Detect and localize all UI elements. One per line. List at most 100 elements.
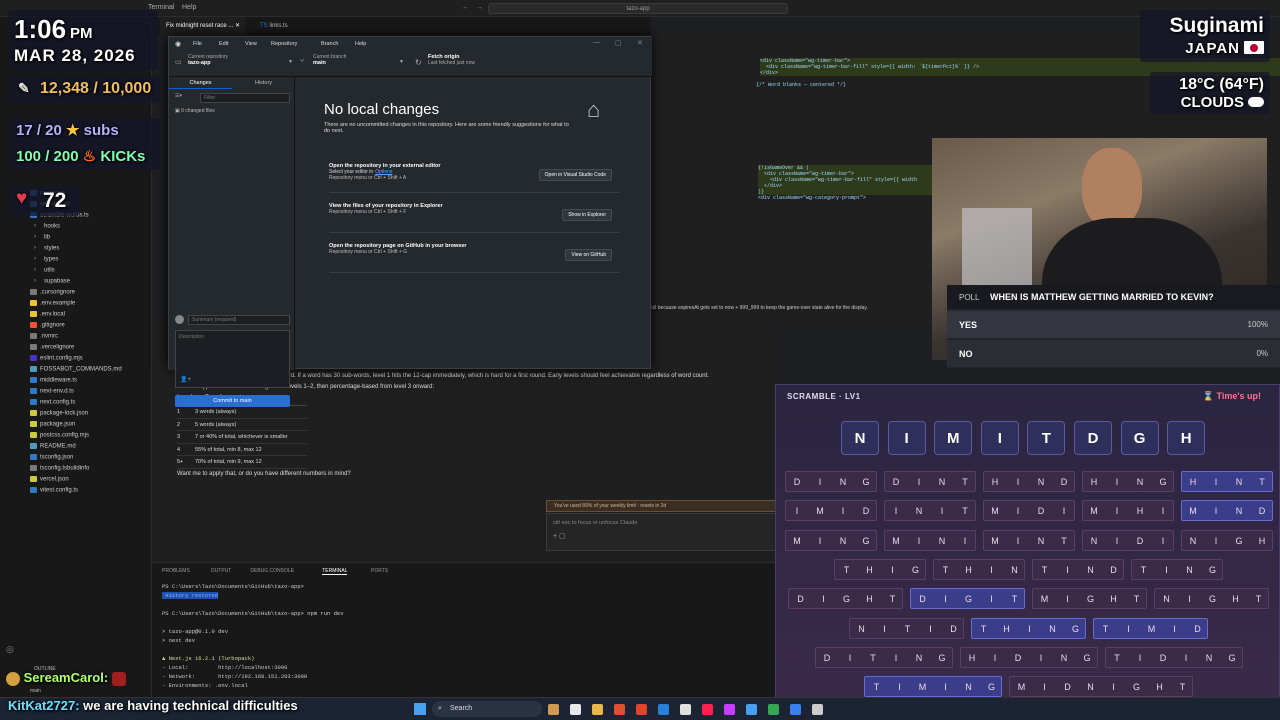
tree-item[interactable]: › lib [34,234,50,241]
summary-input[interactable]: Summary (required) [188,315,290,325]
fetch-origin-button[interactable]: ↻ Fetch origin Last fetched just now [415,54,515,67]
chat-user: KitKat2727: [8,698,80,713]
panel-tab-terminal[interactable]: TERMINAL [322,568,348,575]
word-letter: N [1090,535,1098,546]
taskbar-app-icon[interactable] [680,704,691,715]
panel-tab-ports[interactable]: PORTS [371,568,388,574]
tree-item[interactable]: tsconfig.tsbuildinfo [30,465,89,472]
tree-item[interactable]: next.config.ts [30,399,75,406]
scramble-word: DING [784,471,877,492]
tree-item[interactable]: › hooks [34,223,60,230]
word-letter: I [894,652,898,663]
tree-item[interactable]: package.json [30,421,75,428]
tree-item[interactable]: postcss.config.mjs [30,432,89,439]
tree-item[interactable]: .cursorignore [30,289,75,296]
word-letter: T [962,477,968,487]
tree-item[interactable]: package-lock.json [30,410,88,417]
status-branch[interactable]: main [30,688,41,694]
tree-item[interactable]: README.md [30,443,76,450]
card-button[interactable]: Open in Visual Studio Code [538,169,612,181]
taskbar-app-icon[interactable] [768,704,779,715]
tree-item[interactable]: FOSSABOT_COMMANDS.md [30,366,122,373]
account-icon[interactable]: ◎ [6,644,14,655]
tree-item[interactable]: vitest.config.ts [30,487,78,494]
word-letter: G [1228,652,1236,663]
scramble-game: SCRAMBLE · LV1 ⌛ Time's up! NIMITDGH DIN… [775,384,1280,699]
current-repository[interactable]: ▭ Current repository tazo-app ▼ [175,54,293,66]
tree-item[interactable]: vercel.json [30,476,69,483]
coauthor-icon[interactable]: 👤+ [180,376,191,383]
back-icon[interactable]: ← [462,4,469,11]
tab-fix-midnight[interactable]: Fix midnight reset race ... ✕ [160,17,247,35]
windows-start-icon[interactable] [414,703,426,715]
tree-item[interactable]: › styles [34,245,59,252]
gh-menu-view[interactable]: View [245,41,257,47]
poll-bar [947,311,1280,338]
taskbar-app-icon[interactable] [570,704,581,715]
tree-item[interactable]: .env.local [30,311,65,318]
tab-links[interactable]: TS links.ts [254,17,294,35]
tree-item[interactable]: › supabase [34,278,70,285]
close-icon[interactable]: ✕ [637,39,643,47]
taskbar-app-icon[interactable] [636,704,647,715]
add-icon[interactable]: + ▢ [547,532,776,540]
current-branch[interactable]: ⑂ Current branch main ▼ [300,54,404,66]
tree-item[interactable]: tsconfig.json [30,454,73,461]
table-cell: 4 [177,446,181,453]
taskbar-app-icon[interactable] [548,704,559,715]
commit-button[interactable]: Commit to main [175,395,290,407]
tree-item[interactable]: .vercelignore [30,344,74,351]
forward-icon[interactable]: → [476,4,483,11]
tree-item[interactable]: › types [34,256,58,263]
gh-changes-pane: Changes History ☰▾ Filter ▣ 0 changed fi… [169,77,295,407]
panel-tab-output[interactable]: OUTPUT [211,568,232,574]
terminal-panel[interactable]: PROBLEMS OUTPUT DEBUG CONSOLE TERMINAL PORTS… [152,562,782,697]
scramble-word: THIN [933,558,1025,580]
word-letter: D [797,594,804,605]
filter-options-icon[interactable]: ☰▾ [175,93,189,103]
heart-value: 72 [43,189,67,212]
taskbar-search[interactable]: ⌕ Search [432,701,542,717]
menu-help[interactable]: Help [182,4,196,11]
tree-item[interactable]: next-env.d.ts [30,388,74,395]
taskbar-app-icon[interactable] [812,704,823,715]
word-letter: I [940,506,944,517]
chat-input[interactable]: ctrl esc to focus or unfocus Claude + ▢ [546,513,777,551]
card-button[interactable]: View on GitHub [565,249,612,261]
tree-item[interactable]: › utils [34,267,55,274]
command-search[interactable]: tazo-app [488,3,788,14]
description-input[interactable]: Description 👤+ [175,330,290,388]
taskbar-app-icon[interactable] [702,704,713,715]
scramble-word: NITID [849,617,964,639]
minimize-icon[interactable]: — [593,39,600,46]
taskbar-app-icon[interactable] [592,704,603,715]
gh-menu-help[interactable]: Help [355,41,366,47]
maximize-icon[interactable]: ▢ [615,39,622,47]
word-letter: I [1188,594,1191,605]
taskbar-app-icon[interactable] [790,704,801,715]
word-letter: I [818,535,822,546]
tree-item[interactable]: .gitignore [30,322,65,329]
close-icon[interactable]: ✕ [235,23,240,29]
panel-tab-debug-console[interactable]: DEBUG CONSOLE [250,568,294,574]
checkbox[interactable]: ▣ [175,108,180,114]
gh-menu-repository[interactable]: Repository [271,41,297,47]
tree-item[interactable]: middleware.ts [30,377,77,384]
word-letter: T [1133,594,1140,605]
taskbar-app-icon[interactable] [614,704,625,715]
tree-item[interactable]: eslint.config.mjs [30,355,83,362]
filter-input[interactable]: Filter [200,93,290,103]
taskbar-app-icon[interactable] [746,704,757,715]
word-letter: M [1189,506,1197,517]
gh-menu-branch[interactable]: Branch [321,41,338,47]
tree-item[interactable]: .nvmrc [30,333,58,340]
tree-item[interactable]: .env.example [30,300,75,307]
gh-menu-file[interactable]: File [193,41,202,47]
gh-menu-edit[interactable]: Edit [219,41,228,47]
taskbar-app-icon[interactable] [724,704,735,715]
tab-changes[interactable]: Changes [169,77,232,89]
taskbar-app-icon[interactable] [658,704,669,715]
tab-history[interactable]: History [232,77,295,89]
card-button[interactable]: Show in Explorer [562,209,612,221]
panel-tab-problems[interactable]: PROBLEMS [162,568,190,574]
